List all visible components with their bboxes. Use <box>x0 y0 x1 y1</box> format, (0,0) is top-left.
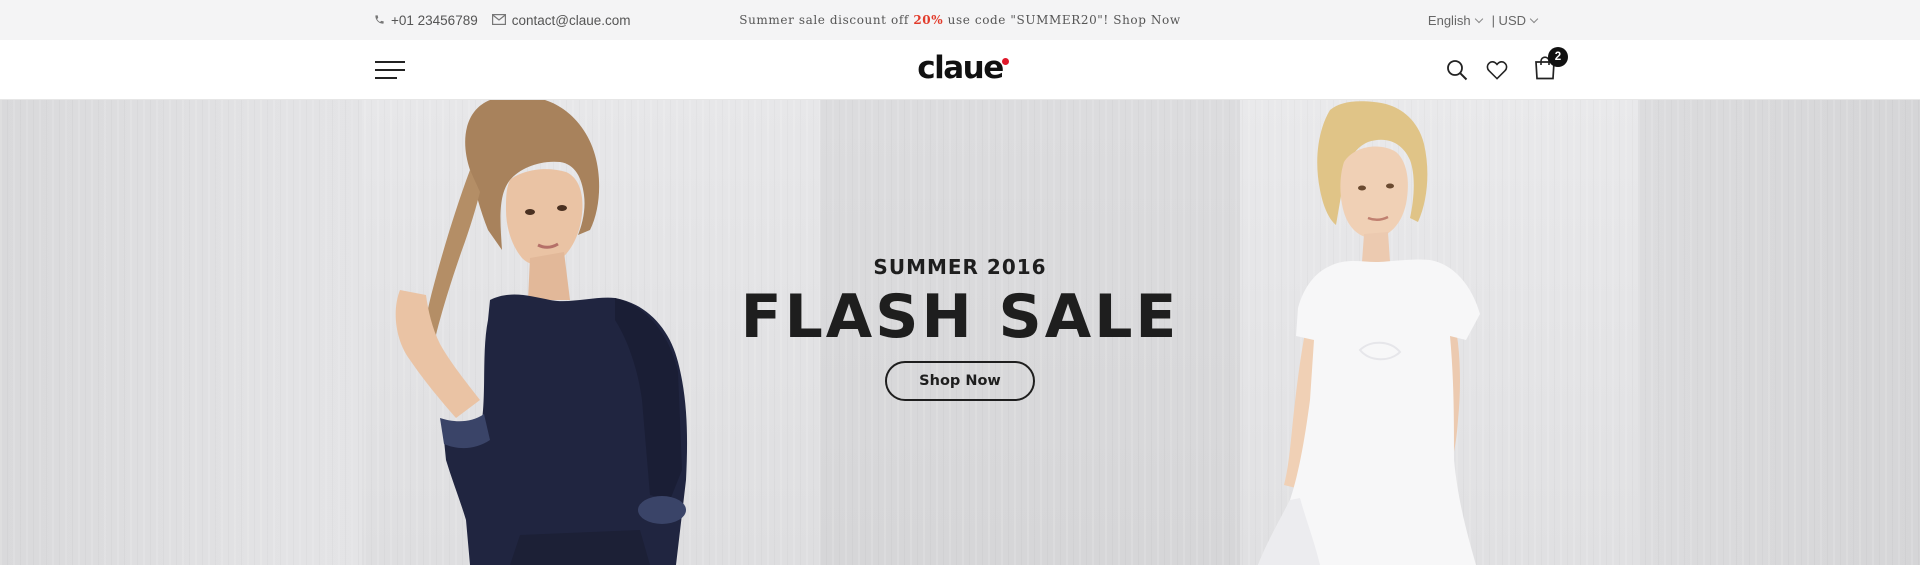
chevron-down-icon <box>1529 14 1539 23</box>
cart-button[interactable]: 2 <box>1532 47 1568 83</box>
currency-select[interactable]: | USD <box>1491 12 1539 28</box>
menu-icon[interactable] <box>375 61 405 79</box>
chevron-down-icon <box>1474 14 1483 23</box>
top-bar: +01 23456789 contact@claue.com Summer sa… <box>0 0 1920 40</box>
preferences: English | USD <box>1427 0 1539 40</box>
currency-label: | USD <box>1491 12 1526 28</box>
promo-prefix: Summer sale discount off <box>739 13 914 27</box>
logo-text: claue <box>917 50 1004 86</box>
cart-count-badge: 2 <box>1548 47 1568 67</box>
logo-wrap: claue <box>0 50 1920 86</box>
promo-banner: Summer sale discount off 20% use code "S… <box>0 0 1920 40</box>
model-right-image <box>1258 101 1480 565</box>
logo[interactable]: claue <box>917 50 1009 86</box>
logo-dot <box>1001 58 1009 65</box>
promo-percent: 20% <box>913 13 944 27</box>
language-label: English <box>1427 12 1471 28</box>
heart-icon[interactable] <box>1484 57 1510 83</box>
phone-icon <box>374 13 385 28</box>
phone-number: +01 23456789 <box>391 12 478 28</box>
promo-suffix-link[interactable]: use code "SUMMER20"! Shop Now <box>943 13 1180 27</box>
email-address: contact@claue.com <box>511 12 631 28</box>
model-left-image <box>395 100 688 565</box>
header-actions: 2 <box>1444 47 1568 90</box>
hero-texture <box>0 100 1920 565</box>
hero-banner: SUMMER 2016 FLASH SALE Shop Now <box>0 100 1920 565</box>
main-header: claue 2 <box>0 40 1920 100</box>
email-item[interactable]: contact@claue.com <box>491 12 631 28</box>
phone-item[interactable]: +01 23456789 <box>374 13 478 28</box>
contact-info: +01 23456789 contact@claue.com <box>374 0 630 40</box>
mail-icon <box>491 13 506 28</box>
language-select[interactable]: English <box>1427 12 1483 28</box>
search-icon[interactable] <box>1444 57 1470 83</box>
shop-now-button[interactable]: Shop Now <box>885 361 1035 401</box>
